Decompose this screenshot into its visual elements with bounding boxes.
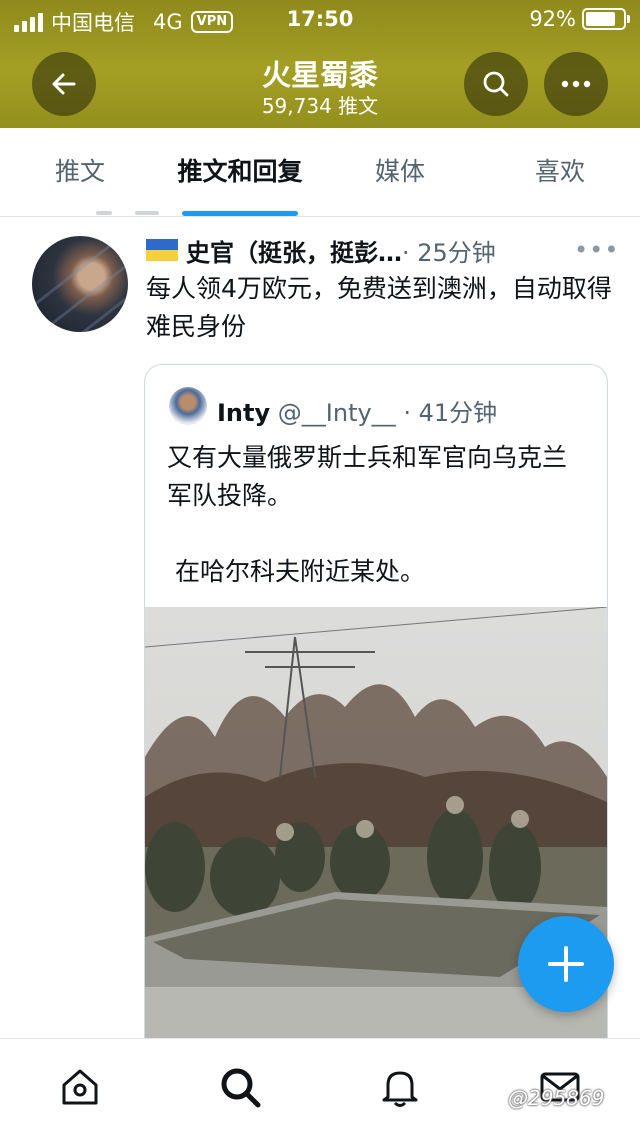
search-icon bbox=[221, 1068, 261, 1108]
ukraine-flag-icon bbox=[146, 239, 178, 261]
nav-notifications[interactable] bbox=[376, 1063, 424, 1111]
search-icon bbox=[483, 71, 509, 97]
status-bar: 中国电信 4G VPN 17:50 92% bbox=[0, 0, 640, 40]
quoted-time: · 41分钟 bbox=[403, 399, 498, 427]
quoted-handle: @__Inty__ bbox=[277, 399, 396, 427]
quoted-author-name: Inty bbox=[217, 399, 271, 427]
notifications-bell-icon bbox=[382, 1071, 418, 1107]
tweet-time[interactable]: · 25分钟 bbox=[402, 233, 496, 268]
watermark-text: @295869 bbox=[508, 1086, 605, 1110]
battery-percent: 92% bbox=[529, 7, 576, 31]
author-name[interactable]: 史官（挺张，挺彭… bbox=[186, 233, 402, 268]
tab-label: 推文和回复 bbox=[177, 157, 303, 186]
tab-likes[interactable]: 喜欢 bbox=[480, 128, 640, 216]
tab-media[interactable]: 媒体 bbox=[320, 128, 480, 216]
quoted-header: Inty @__Inty__ · 41分钟 bbox=[217, 393, 497, 428]
tweet-header: 史官（挺张，挺彭… · 25分钟 bbox=[146, 232, 626, 268]
tab-label: 喜欢 bbox=[534, 157, 585, 186]
nav-home[interactable] bbox=[56, 1063, 104, 1111]
home-icon bbox=[62, 1069, 98, 1105]
more-button[interactable] bbox=[544, 52, 608, 116]
tweet-text: 每人领4万欧元，免费送到澳洲，自动取得难民身份 bbox=[146, 274, 612, 341]
quoted-text-line: 又有大量俄罗斯士兵和军官向乌克兰军队投降。 bbox=[167, 443, 568, 510]
quoted-text-line: 在哈尔科夫附近某处。 bbox=[167, 557, 425, 586]
quoted-text: 又有大量俄罗斯士兵和军官向乌克兰军队投降。 在哈尔科夫附近某处。 bbox=[167, 439, 587, 591]
scrolled-context-line bbox=[96, 200, 316, 218]
battery-icon bbox=[582, 8, 630, 30]
avatar[interactable] bbox=[32, 236, 128, 332]
compose-tweet-button[interactable] bbox=[518, 916, 614, 1012]
quoted-avatar bbox=[169, 387, 207, 425]
plus-icon bbox=[548, 946, 584, 982]
profile-header: 中国电信 4G VPN 17:50 92% 火星蜀黍 59,734 推文 bbox=[0, 0, 640, 128]
nav-search[interactable] bbox=[216, 1063, 264, 1111]
more-horizontal-icon bbox=[561, 80, 591, 88]
tweet-more-icon[interactable]: ••• bbox=[574, 236, 619, 264]
search-button[interactable] bbox=[464, 52, 528, 116]
tweet-count: 59,734 推文 bbox=[261, 94, 379, 118]
battery-group: 92% bbox=[529, 7, 630, 31]
tab-label: 媒体 bbox=[374, 157, 425, 186]
tab-label: 推文 bbox=[54, 157, 105, 186]
